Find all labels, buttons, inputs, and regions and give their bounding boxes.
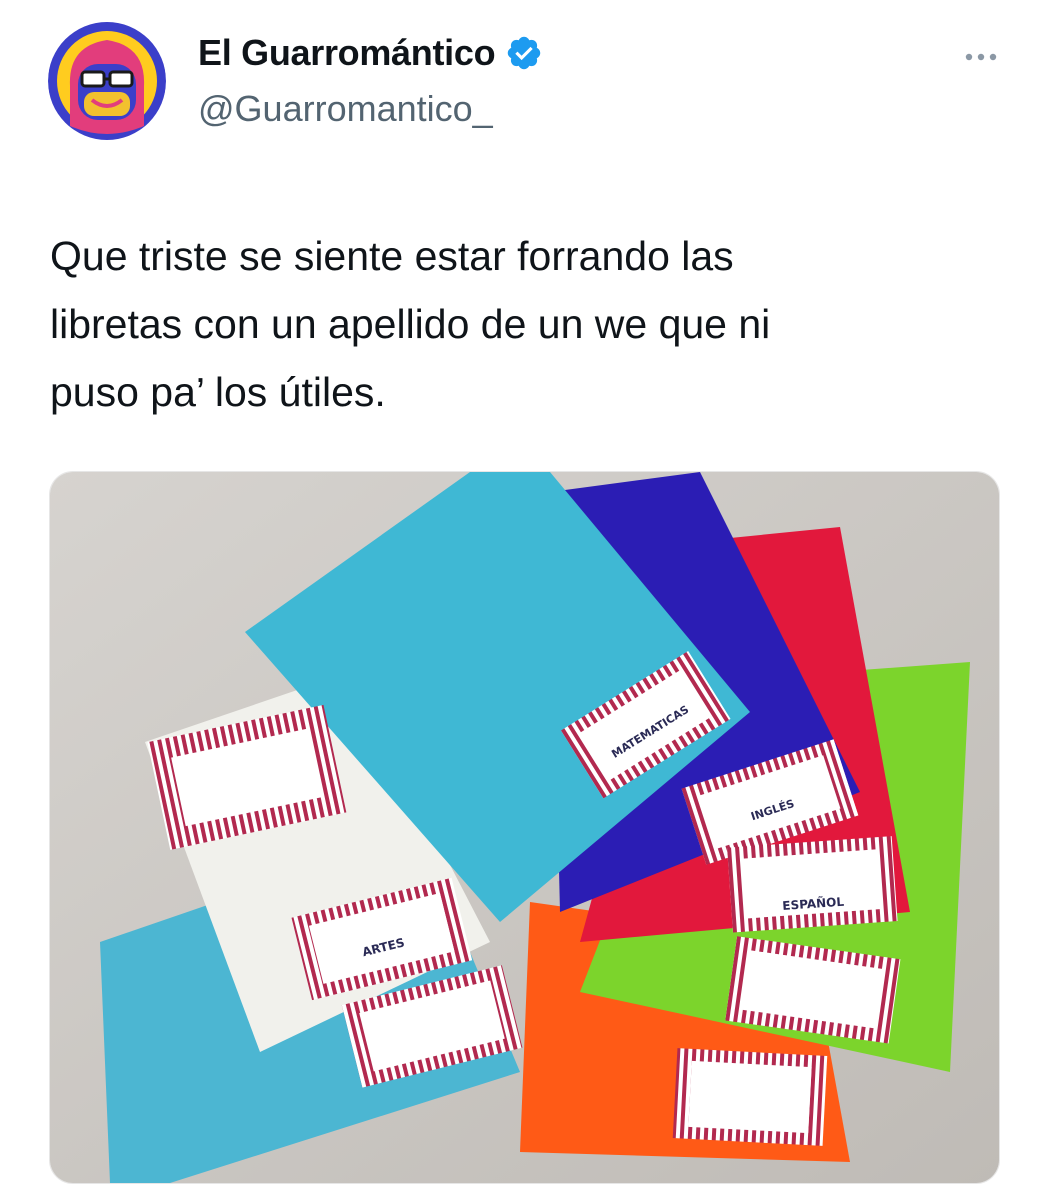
- notebooks-photo: MATEMATICAS INGLÉS ESPAÑOL ARTES: [50, 472, 999, 1183]
- verified-badge-icon: [505, 34, 543, 72]
- label-espanol: ESPAÑOL: [727, 836, 898, 933]
- tweet-photo[interactable]: MATEMATICAS INGLÉS ESPAÑOL ARTES: [49, 471, 1000, 1184]
- tweet-text: Que triste se siente estar forrando las …: [50, 233, 771, 415]
- avatar-illustration: [48, 22, 166, 140]
- more-horizontal-icon[interactable]: [961, 42, 1001, 72]
- display-name: El Guarromántico: [198, 32, 496, 73]
- label-orange: [672, 1048, 828, 1146]
- display-name-link[interactable]: El Guarromántico: [198, 32, 543, 74]
- avatar[interactable]: [48, 16, 166, 146]
- user-handle[interactable]: @Guarromantico_: [198, 88, 493, 130]
